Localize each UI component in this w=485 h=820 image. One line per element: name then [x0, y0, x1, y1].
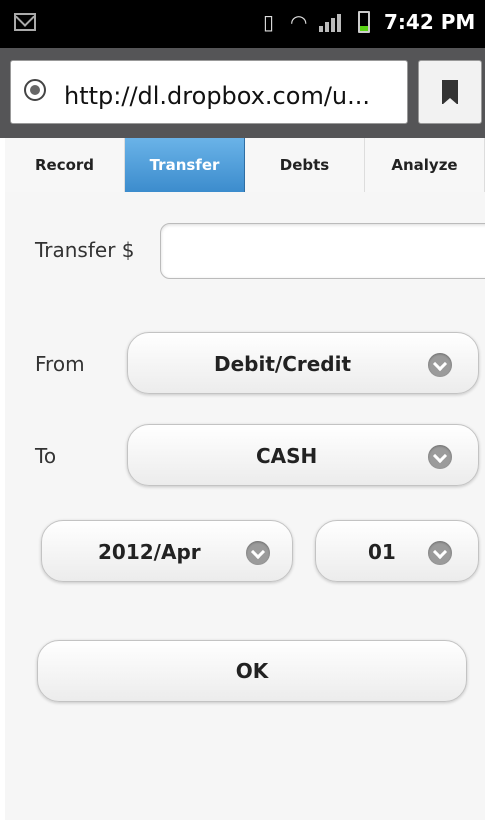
url-text[interactable]: http://dl.dropbox.com/u... — [64, 82, 404, 110]
chevron-down-icon — [428, 445, 452, 469]
battery-icon — [358, 11, 370, 33]
amount-input[interactable] — [160, 223, 485, 279]
to-label: To — [35, 444, 57, 468]
month-select-value: 2012/Apr — [98, 540, 201, 564]
from-select-value: Debit/Credit — [214, 352, 352, 376]
status-bar: ▯ ◠ 7:42 PM — [0, 0, 485, 48]
to-select-value: CASH — [256, 444, 318, 468]
bookmark-icon — [442, 80, 458, 105]
from-select[interactable]: Debit/Credit — [127, 332, 479, 394]
status-time: 7:42 PM — [384, 10, 476, 34]
amount-label: Transfer $ — [35, 238, 135, 262]
browser-toolbar: http://dl.dropbox.com/u... — [0, 48, 485, 138]
wifi-icon: ◠ — [290, 10, 308, 34]
day-select-value: 01 — [368, 540, 396, 564]
to-select[interactable]: CASH — [127, 424, 479, 486]
bookmark-button[interactable] — [418, 60, 482, 124]
chevron-down-icon — [428, 541, 452, 565]
tab-analyze[interactable]: Analyze — [365, 138, 485, 192]
globe-icon — [24, 79, 46, 101]
chevron-down-icon — [428, 353, 452, 377]
tab-transfer[interactable]: Transfer — [125, 138, 245, 192]
vibrate-icon: ▯ — [263, 10, 275, 34]
mail-icon — [14, 13, 36, 31]
tab-debts[interactable]: Debts — [245, 138, 365, 192]
month-select[interactable]: 2012/Apr — [41, 520, 293, 582]
day-select[interactable]: 01 — [315, 520, 479, 582]
from-label: From — [35, 352, 85, 376]
ok-button[interactable]: OK — [37, 640, 467, 702]
tab-record[interactable]: Record — [5, 138, 125, 192]
transfer-form: Transfer $ From Debit/Credit To CASH 201… — [5, 192, 485, 820]
signal-icon — [319, 14, 341, 32]
tab-bar: Record Transfer Debts Analyze — [5, 138, 485, 192]
chevron-down-icon — [246, 541, 270, 565]
